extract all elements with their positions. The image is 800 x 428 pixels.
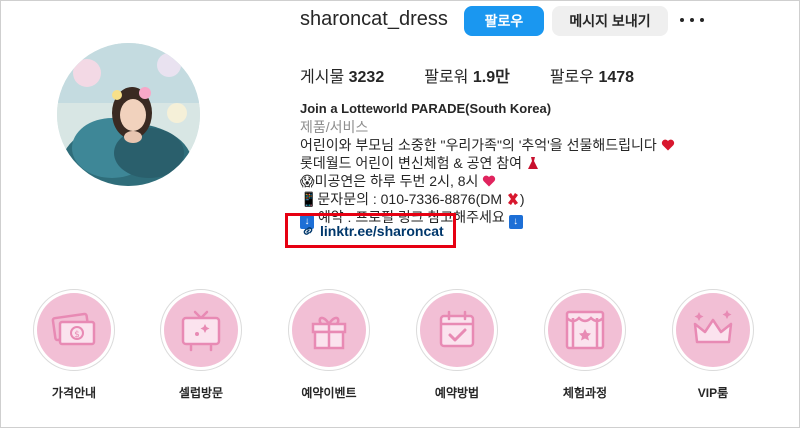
highlight-label: 셀럽방문 — [178, 386, 224, 400]
profile-username: sharoncat_dress — [300, 8, 448, 30]
bio-line: 롯데월드 어린이 변신체험 & 공연 참여 — [300, 154, 660, 172]
tv-icon — [181, 310, 221, 352]
bio-line: 😱미공연은 하루 두번 2시, 8시 — [300, 172, 660, 190]
bio-line: 📱문자문의 : 010-7336-8876(DM ) — [300, 191, 525, 207]
follow-button[interactable]: 팔로우 — [464, 6, 544, 36]
following-count[interactable]: 팔로우 1478 — [550, 63, 634, 87]
gift-icon — [311, 316, 347, 350]
annotation-highlight-box — [285, 213, 456, 248]
profile-bio: Join a Lotteworld PARADE(South Korea) 제품… — [300, 100, 674, 229]
heart-icon — [661, 139, 674, 151]
highlight-label: 예약방법 — [434, 386, 480, 400]
stage-icon — [565, 310, 605, 350]
highlight-how-to-reserve[interactable]: 예약방법 — [416, 289, 498, 400]
money-icon: $ — [51, 312, 96, 346]
highlight-label: VIP룸 — [697, 386, 729, 400]
highlight-label: 가격안내 — [51, 386, 97, 400]
highlight-label: 예약이벤트 — [301, 386, 357, 400]
crown-icon — [693, 310, 733, 344]
heart-ribbon-icon — [483, 175, 496, 187]
highlight-price-info[interactable]: $ 가격안내 — [33, 289, 115, 400]
calendar-check-icon — [439, 310, 475, 348]
followers-count[interactable]: 팔로워 1.9만 — [424, 63, 510, 87]
more-options-icon[interactable] — [680, 12, 704, 28]
profile-stats: 게시물 3232 팔로워 1.9만 팔로우 1478 — [300, 63, 674, 87]
bio-category: 제품/서비스 — [300, 119, 369, 135]
svg-text:$: $ — [74, 330, 80, 340]
posts-count: 게시물 3232 — [300, 69, 385, 86]
highlight-label: 체험과정 — [562, 386, 608, 400]
highlight-experience-process[interactable]: 체험과정 — [544, 289, 626, 400]
profile-avatar[interactable] — [57, 43, 200, 186]
bio-name: Join a Lotteworld PARADE(South Korea) — [300, 101, 552, 116]
dress-icon — [527, 157, 538, 169]
bio-line: 어린이와 부모님 소중한 "우리가족"의 '추억'을 선물해드립니다 — [300, 136, 674, 154]
highlight-celeb-visit[interactable]: 셀럽방문 — [160, 289, 242, 400]
highlight-vip-room[interactable]: VIP룸 — [672, 289, 754, 400]
send-message-button[interactable]: 메시지 보내기 — [552, 6, 668, 36]
cross-mark-icon — [507, 193, 518, 205]
down-arrow-icon: ↓ — [508, 215, 523, 229]
highlight-reservation-event[interactable]: 예약이벤트 — [288, 289, 370, 400]
